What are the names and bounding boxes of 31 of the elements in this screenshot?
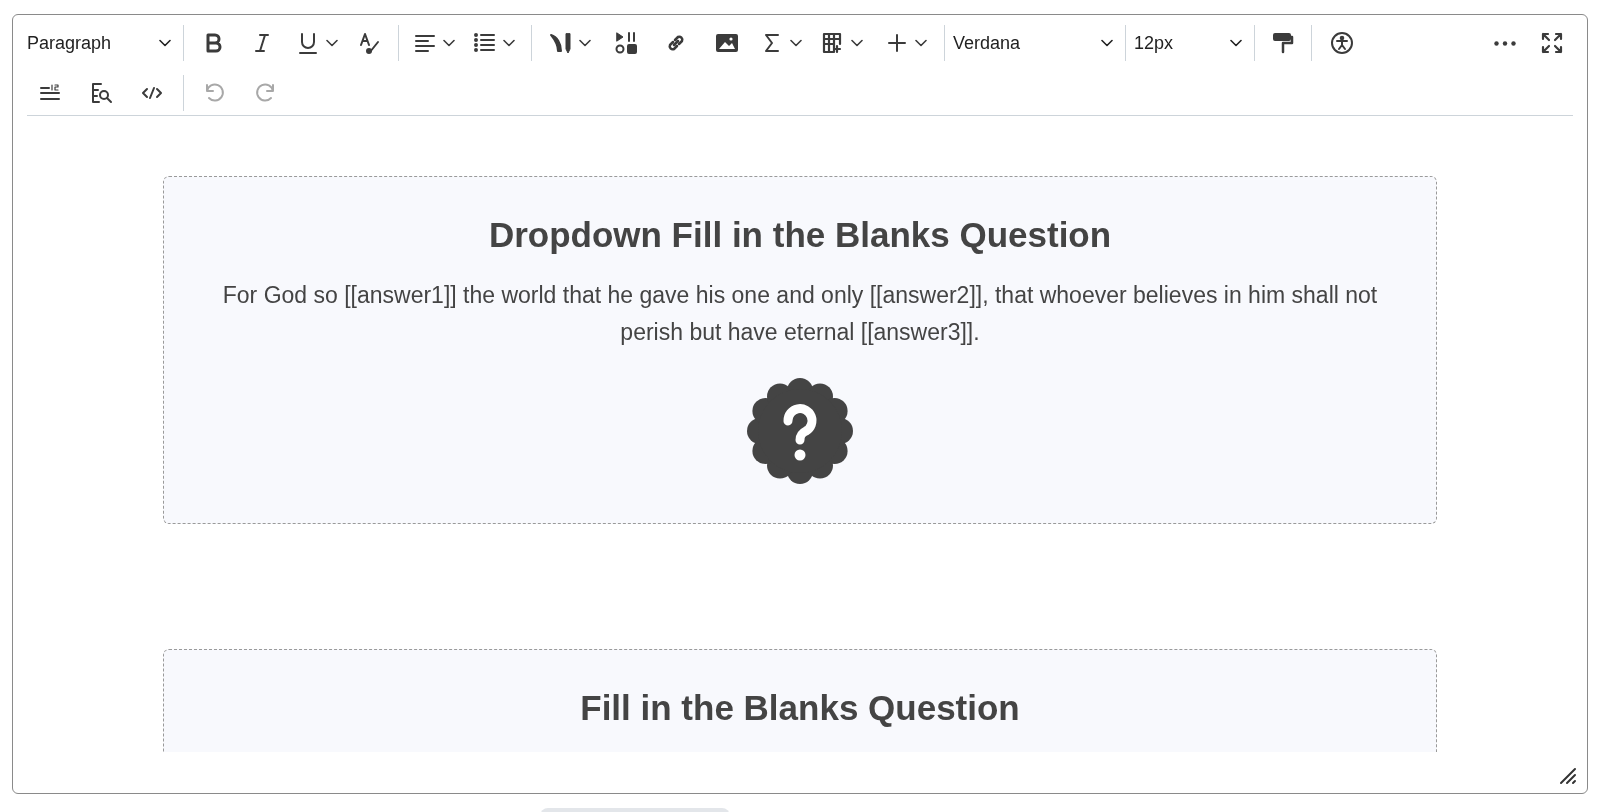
accessibility-icon bbox=[1330, 31, 1354, 55]
caret-icon bbox=[790, 39, 802, 47]
image-icon bbox=[715, 31, 739, 55]
caret-icon bbox=[579, 39, 591, 47]
underline-icon bbox=[296, 31, 320, 55]
plus-icon bbox=[885, 31, 909, 55]
caret-icon bbox=[915, 39, 927, 47]
brush-and-pencil-icon bbox=[549, 31, 573, 55]
caret-icon bbox=[1101, 39, 1113, 47]
paint-roller-icon bbox=[1271, 31, 1295, 55]
more-icon bbox=[1494, 40, 1516, 46]
question-title: Dropdown Fill in the Blanks Question bbox=[488, 214, 1112, 256]
block-format-select[interactable]: Paragraph bbox=[25, 23, 177, 63]
resize-handle-icon[interactable] bbox=[1559, 767, 1577, 785]
bulleted-list-icon bbox=[473, 31, 497, 55]
fullscreen-icon bbox=[1540, 31, 1564, 55]
redo-icon bbox=[253, 81, 277, 105]
caret-icon bbox=[159, 39, 171, 47]
caret-icon bbox=[1230, 39, 1242, 47]
undo-icon bbox=[203, 81, 227, 105]
media-controls-icon bbox=[614, 31, 638, 55]
font-family-select[interactable]: Verdana bbox=[951, 23, 1119, 63]
question-text: For God so [[answer1]] the world that he gave his one and only [[answer2]], that whoever believes in him shall not perish but have eternal [[answer3]]. bbox=[221, 281, 1379, 347]
question-title: Fill in the Blanks Question bbox=[580, 687, 1020, 729]
document-search-icon bbox=[89, 81, 113, 105]
caret-icon bbox=[503, 39, 515, 47]
caret-icon bbox=[851, 39, 863, 47]
caret-icon bbox=[443, 39, 455, 47]
font-size-select[interactable]: 12px bbox=[1132, 23, 1248, 63]
text-brush-icon bbox=[358, 31, 382, 55]
caret-icon bbox=[326, 39, 338, 47]
